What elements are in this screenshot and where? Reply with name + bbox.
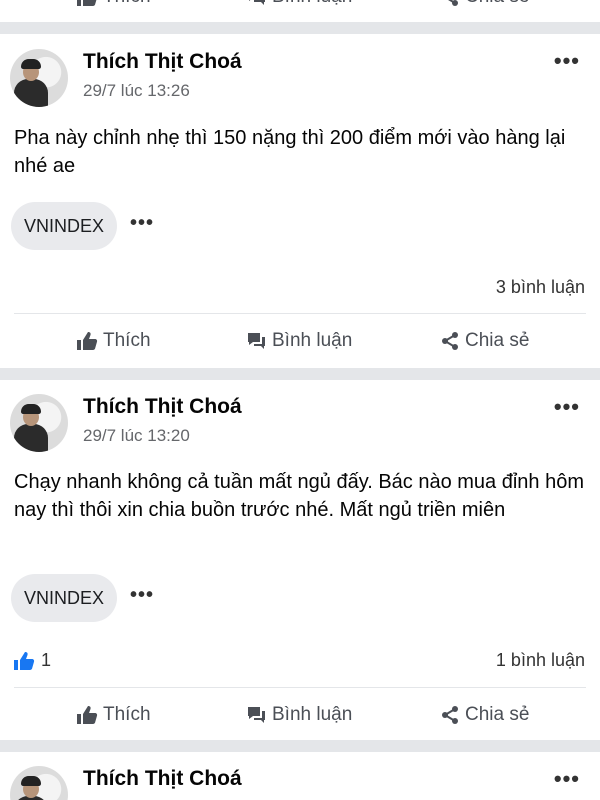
comment-icon xyxy=(248,333,265,349)
author-name[interactable]: Thích Thịt Choá xyxy=(83,395,242,419)
comment-icon xyxy=(249,0,265,5)
like-label: Thích xyxy=(103,704,151,725)
comment-button[interactable]: Bình luận xyxy=(245,330,352,352)
comment-label: Bình luận xyxy=(272,704,353,725)
like-button[interactable]: Thích xyxy=(76,0,151,8)
ticker-tag[interactable]: VNINDEX xyxy=(11,574,118,622)
post-timestamp[interactable]: 29/7 lúc 13:26 xyxy=(83,81,190,101)
share-icon xyxy=(442,332,458,350)
share-icon xyxy=(442,706,458,724)
thumbs-up-icon xyxy=(77,332,98,350)
thumbs-up-icon xyxy=(77,0,97,6)
comment-icon xyxy=(248,707,265,723)
action-bar-partial: Thích Bình luận Chia sẻ xyxy=(0,0,600,16)
more-options-icon[interactable]: ••• xyxy=(554,766,580,792)
post-content: Chạy nhanh không cả tuần mất ngủ đấy. Bá… xyxy=(14,471,585,521)
share-button[interactable]: Chia sẻ xyxy=(440,330,529,352)
author-name[interactable]: Thích Thịt Choá xyxy=(83,767,242,791)
author-name[interactable]: Thích Thịt Choá xyxy=(83,50,242,74)
post-timestamp[interactable]: 29/7 lúc 13:20 xyxy=(83,426,190,446)
post-card: Thích Thịt Choá ••• xyxy=(0,752,600,800)
avatar[interactable] xyxy=(10,766,68,800)
like-button[interactable]: Thích xyxy=(76,704,151,726)
more-options-icon[interactable]: ••• xyxy=(554,394,580,420)
divider xyxy=(14,313,586,314)
like-button[interactable]: Thích xyxy=(76,330,151,352)
like-label: Thích xyxy=(103,0,151,8)
action-bar: Thích Bình luận Chia sẻ xyxy=(0,330,600,360)
like-count[interactable]: 1 xyxy=(13,650,51,671)
ticker-tag[interactable]: VNINDEX xyxy=(11,202,118,250)
comment-label: Bình luận xyxy=(272,0,352,8)
post-separator xyxy=(0,740,600,752)
tag-more-icon[interactable]: ••• xyxy=(130,584,154,607)
post-card: Thích Thịt Choá 29/7 lúc 13:20 ••• Chạy … xyxy=(0,380,600,740)
share-icon xyxy=(448,0,458,6)
more-options-icon[interactable]: ••• xyxy=(554,48,580,74)
divider xyxy=(14,687,586,688)
tag-more-icon[interactable]: ••• xyxy=(130,212,154,235)
comment-count[interactable]: 3 bình luận xyxy=(496,277,585,298)
like-label: Thích xyxy=(103,330,151,351)
avatar[interactable] xyxy=(10,394,68,452)
like-reaction-icon xyxy=(14,651,35,670)
post-separator xyxy=(0,368,600,380)
post-content: Pha này chỉnh nhẹ thì 150 nặng thì 200 đ… xyxy=(14,127,566,177)
comment-button[interactable]: Bình luận xyxy=(245,0,352,8)
share-button[interactable]: Chia sẻ xyxy=(440,0,529,8)
comment-label: Bình luận xyxy=(272,330,353,351)
action-bar: Thích Bình luận Chia sẻ xyxy=(0,704,600,734)
share-label: Chia sẻ xyxy=(465,330,530,351)
share-label: Chia sẻ xyxy=(465,704,530,725)
comment-button[interactable]: Bình luận xyxy=(245,704,352,726)
share-button[interactable]: Chia sẻ xyxy=(440,704,529,726)
thumbs-up-icon xyxy=(77,706,98,724)
like-count-value: 1 xyxy=(41,650,52,670)
avatar[interactable] xyxy=(10,49,68,107)
comment-count[interactable]: 1 bình luận xyxy=(496,650,585,671)
share-label: Chia sẻ xyxy=(465,0,529,8)
post-card: Thích Thịt Choá 29/7 lúc 13:26 ••• Pha n… xyxy=(0,34,600,368)
post-separator xyxy=(0,22,600,34)
